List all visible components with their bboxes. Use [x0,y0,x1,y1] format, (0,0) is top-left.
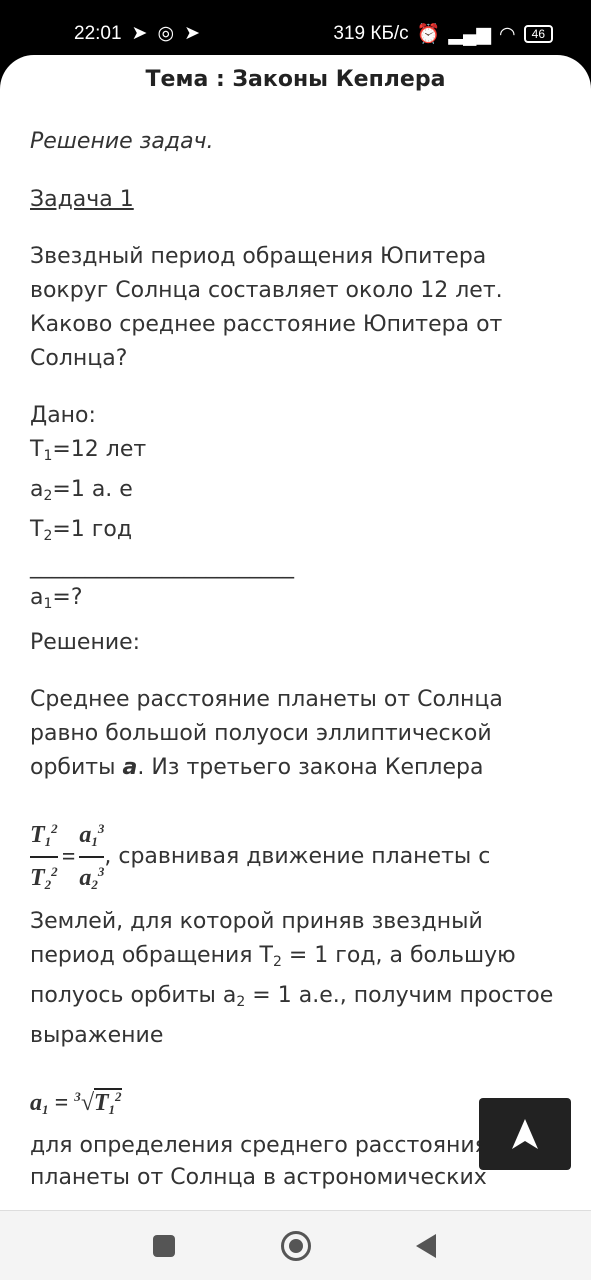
paragraph-2: Землей, для которой приняв звездный пери… [30,909,554,1048]
task-heading: Задача 1 [30,187,134,212]
status-bar: 22:01 ➤ ◎ ➤ 319 КБ/с ⏰ ▂▄▆ ◠ 46 [0,0,591,60]
question: Звездный период обращения Юпитера вокруг… [30,240,503,376]
text-line: Солнца? [30,346,128,371]
subtitle: Решение задач. [30,129,214,154]
given-a1: a1=? [30,585,83,612]
telegram-icon: ➤ [184,23,200,44]
paragraph-3: для определения среднего расстояния плане… [30,1133,488,1190]
paragraph-1: Среднее расстояние планеты от Солнца равн… [30,687,503,780]
content-sheet: Тема : Законы Кеплера Решение задач. Зад… [0,55,591,1210]
instagram-icon: ◎ [157,23,175,44]
given-block: Дано: T1=12 лет a2=1 а. е T2=1 год _____… [30,399,294,621]
solution-label: Решение: [30,630,141,655]
signal-icon: ▂▄▆ [448,23,492,45]
given-a2: a2=1 а. е [30,477,133,504]
alarm-icon: ⏰ [416,24,441,45]
home-button[interactable] [281,1231,311,1261]
wifi-icon: ◠ [499,23,516,45]
arrow-up-icon [512,1119,538,1149]
given-t1: T1=12 лет [30,437,147,464]
formula-text: , сравнивая движение планеты с [104,844,491,869]
formula-a1: a1 = 3√T12 [30,1088,122,1117]
given-label: Дано: [30,403,96,428]
text-line: Звездный период обращения Юпитера [30,244,487,269]
battery-icon: 46 [523,25,553,43]
given-t2: T2=1 год [30,517,133,544]
text-line: Каково среднее расстояние Юпитера от [30,312,503,337]
telegram-icon: ➤ [131,23,148,44]
text-line: вокруг Солнца составляет около 12 лет. [30,278,503,303]
formula-image: T12 T22 [30,821,58,892]
scroll-to-top-button[interactable] [479,1098,571,1170]
recents-button[interactable] [153,1235,175,1257]
network-speed: 319 КБ/с [333,23,409,44]
back-button[interactable] [414,1233,438,1259]
divider: ________________________ [30,554,294,579]
navigation-bar [0,1210,591,1280]
kepler-formula: T12 T22 = a13 a23 , сравнивая движение пла… [30,817,490,897]
page-title: Тема : Законы Кеплера [145,67,446,92]
clock: 22:01 [74,22,122,44]
